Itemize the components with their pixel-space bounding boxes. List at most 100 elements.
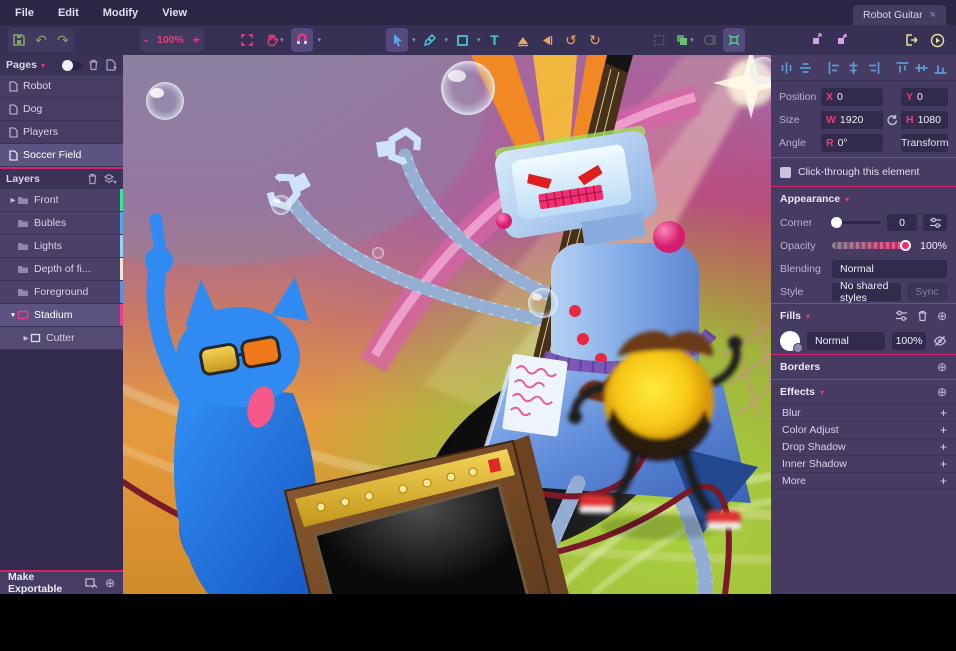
save-button[interactable] xyxy=(8,28,30,52)
export-button[interactable] xyxy=(900,28,922,52)
visibility-off-icon[interactable] xyxy=(933,335,947,347)
document-tab[interactable]: Robot Guitar × xyxy=(853,5,946,25)
fill-color-swatch[interactable] xyxy=(780,331,800,351)
expander-icon[interactable]: ▶ xyxy=(9,196,17,204)
pen-tool-caret[interactable]: ▾ xyxy=(445,36,449,44)
rotate-ccw-button[interactable]: ↺ xyxy=(560,28,582,52)
borders-header[interactable]: Borders ⊕ xyxy=(771,355,956,379)
pages-caret-icon[interactable]: ▾ xyxy=(41,61,45,70)
layer-item-front[interactable]: ▶ Front xyxy=(0,189,123,212)
pointer-tool-caret[interactable]: ▾ xyxy=(412,36,416,44)
align-left-icon[interactable] xyxy=(827,61,842,75)
fill-options-icon[interactable] xyxy=(895,310,908,322)
add-page-icon[interactable] xyxy=(105,59,117,71)
fills-caret-icon[interactable]: ▾ xyxy=(806,312,810,321)
close-tab-icon[interactable]: × xyxy=(930,9,936,21)
align-center-vertical-icon[interactable] xyxy=(846,61,861,75)
zoom-in-button[interactable]: + xyxy=(189,33,204,47)
add-inner-shadow-icon[interactable]: + xyxy=(940,457,947,471)
effects-header[interactable]: Effects ▾ ⊕ xyxy=(771,380,956,404)
distribute-vertical-icon[interactable] xyxy=(798,61,813,75)
effect-item-blur[interactable]: Blur + xyxy=(771,404,956,421)
align-bottom-icon[interactable] xyxy=(933,61,948,75)
send-backward-button[interactable] xyxy=(830,28,852,52)
zoom-level[interactable]: 100% xyxy=(152,34,189,46)
layer-item-foreground[interactable]: Foreground xyxy=(0,281,123,304)
expander-icon[interactable]: ▶ xyxy=(22,334,30,342)
menu-file[interactable]: File xyxy=(15,7,34,19)
x-input[interactable]: X 0 xyxy=(821,88,883,106)
effect-item-drop-shadow[interactable]: Drop Shadow + xyxy=(771,438,956,455)
pages-toggle[interactable] xyxy=(62,61,82,70)
blending-dropdown[interactable]: Normal xyxy=(832,260,947,278)
opacity-slider-knob[interactable] xyxy=(900,240,911,251)
corner-slider[interactable] xyxy=(832,221,881,224)
distribute-horizontal-icon[interactable] xyxy=(779,61,794,75)
page-item-players[interactable]: Players xyxy=(0,121,123,144)
snap-tool-button[interactable] xyxy=(291,28,313,52)
pointer-tool-button[interactable] xyxy=(386,28,408,52)
add-effect-icon[interactable]: ⊕ xyxy=(937,386,947,398)
sync-button[interactable]: Sync xyxy=(907,283,947,301)
pen-tool-button[interactable] xyxy=(419,28,441,52)
bring-forward-button[interactable] xyxy=(806,28,828,52)
add-export-icon[interactable]: ⊕ xyxy=(105,577,115,589)
arrange-button[interactable] xyxy=(723,28,745,52)
layer-item-stadium[interactable]: ▼ Stadium xyxy=(0,304,123,327)
hand-tool-caret[interactable]: ▾ xyxy=(280,36,284,44)
effect-item-inner-shadow[interactable]: Inner Shadow + xyxy=(771,455,956,472)
click-through-row[interactable]: Click-through this element xyxy=(771,158,956,186)
effect-item-color-adjust[interactable]: Color Adjust + xyxy=(771,421,956,438)
fill-opacity-value[interactable]: 100% xyxy=(892,332,926,350)
mask-button[interactable] xyxy=(699,28,721,52)
page-item-soccer-field[interactable]: Soccer Field xyxy=(0,144,123,167)
delete-fill-icon[interactable] xyxy=(917,310,928,322)
shape-tool-button[interactable] xyxy=(451,28,473,52)
opacity-slider[interactable] xyxy=(832,242,909,249)
layer-item-cutter[interactable]: ▶ Cutter xyxy=(0,327,123,350)
expander-icon[interactable]: ▼ xyxy=(9,312,17,319)
corner-slider-knob[interactable] xyxy=(831,217,842,228)
boolean-caret[interactable]: ▾ xyxy=(690,36,694,44)
appearance-header[interactable]: Appearance ▾ xyxy=(771,187,956,211)
click-through-checkbox[interactable] xyxy=(780,167,791,178)
flip-horizontal-button[interactable] xyxy=(536,28,558,52)
undo-button[interactable]: ↶ xyxy=(30,28,52,52)
menu-edit[interactable]: Edit xyxy=(58,7,79,19)
corner-options-button[interactable] xyxy=(923,214,947,231)
transform-button[interactable]: Transform xyxy=(901,134,948,152)
hand-tool-button[interactable]: ▾ xyxy=(262,28,287,52)
align-top-icon[interactable] xyxy=(895,61,910,75)
align-center-horizontal-icon[interactable] xyxy=(914,61,929,75)
layer-item-bubles[interactable]: Bubles xyxy=(0,212,123,235)
add-border-icon[interactable]: ⊕ xyxy=(937,361,947,373)
add-layer-icon[interactable] xyxy=(104,173,117,185)
canvas-viewport[interactable] xyxy=(123,55,771,594)
delete-page-icon[interactable] xyxy=(88,59,99,71)
lock-ratio-icon[interactable] xyxy=(886,114,898,127)
layer-item-lights[interactable]: Lights xyxy=(0,235,123,258)
menu-view[interactable]: View xyxy=(162,7,187,19)
height-input[interactable]: H 1080 xyxy=(901,111,948,129)
rotate-cw-button[interactable]: ↻ xyxy=(584,28,606,52)
shape-tool-caret[interactable]: ▾ xyxy=(477,36,481,44)
fit-view-button[interactable] xyxy=(236,28,258,52)
add-fill-icon[interactable]: ⊕ xyxy=(937,310,947,322)
menu-modify[interactable]: Modify xyxy=(103,7,138,19)
fill-blend-dropdown[interactable]: Normal xyxy=(807,332,885,350)
page-item-robot[interactable]: Robot xyxy=(0,75,123,98)
layer-item-depth-of-field[interactable]: Depth of fi... xyxy=(0,258,123,281)
fill-item-row[interactable]: Normal 100% xyxy=(771,328,956,354)
effects-caret-icon[interactable]: ▾ xyxy=(820,388,824,397)
preview-button[interactable] xyxy=(926,28,948,52)
canvas-artwork[interactable] xyxy=(123,55,771,594)
opacity-value[interactable]: 100% xyxy=(915,240,947,252)
style-dropdown[interactable]: No shared styles xyxy=(832,283,901,301)
corner-value[interactable]: 0 xyxy=(887,214,917,231)
export-slice-icon[interactable] xyxy=(85,578,98,589)
appearance-caret-icon[interactable]: ▾ xyxy=(845,195,849,204)
add-more-effect-icon[interactable]: + xyxy=(940,474,947,488)
redo-button[interactable]: ↷ xyxy=(52,28,74,52)
zoom-out-button[interactable]: - xyxy=(140,33,152,47)
page-item-dog[interactable]: Dog xyxy=(0,98,123,121)
